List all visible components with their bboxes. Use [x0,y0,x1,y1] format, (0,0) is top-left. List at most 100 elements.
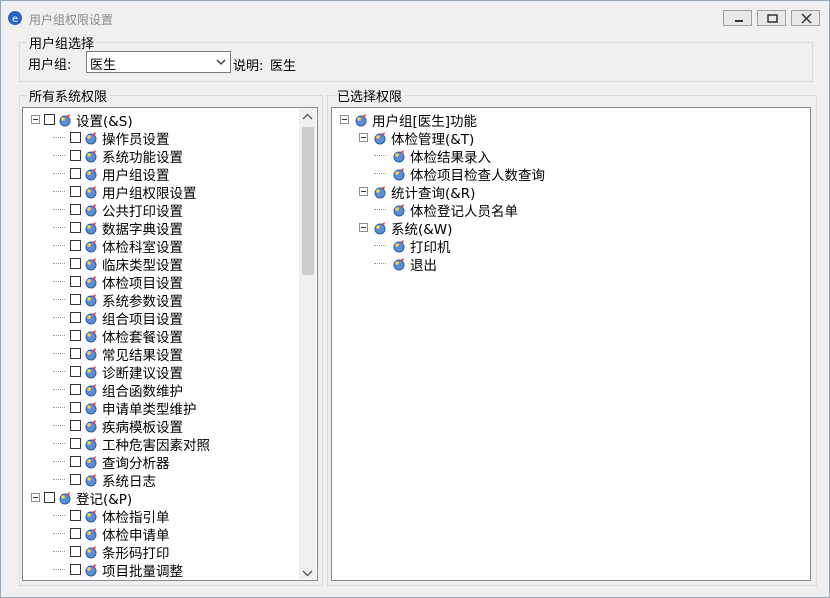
tree-item[interactable]: 体检申请单 [23,524,317,544]
permission-checkbox[interactable] [70,420,81,431]
tree-item[interactable]: 工种危害因素对照 [23,434,317,454]
tree-item[interactable]: 诊断建议设置 [23,362,317,382]
tree-item[interactable]: 申请单类型维护 [23,398,317,418]
tree-item[interactable]: 系统日志 [23,470,317,490]
tree-item[interactable]: 组合项目设置 [23,308,317,328]
module-icon [83,472,99,488]
minimize-button[interactable] [723,10,752,26]
tree-item-label: 用户组[医生]功能 [372,114,478,130]
tree-item[interactable]: 常见结果设置 [23,344,317,364]
permission-checkbox[interactable] [70,384,81,395]
collapse-toggle-icon[interactable] [359,187,368,196]
tree-item-label: 项目批量调整 [102,564,183,580]
permission-checkbox[interactable] [70,474,81,485]
tree-category[interactable]: 设置(&S) [23,110,317,130]
maximize-button[interactable] [757,10,786,26]
permission-checkbox[interactable] [70,348,81,359]
tree-item[interactable]: 打印机 [332,236,810,256]
tree-category[interactable]: 登记(&P) [23,488,317,508]
tree-item[interactable]: 条形码打印 [23,542,317,562]
tree-item[interactable]: 公共打印设置 [23,200,317,220]
permission-checkbox[interactable] [70,330,81,341]
close-button[interactable] [791,10,820,26]
tree-connector [53,515,65,516]
maximize-icon [767,14,778,23]
permission-checkbox[interactable] [70,258,81,269]
tree-item[interactable]: 用户组权限设置 [23,182,317,202]
permission-checkbox[interactable] [70,204,81,215]
permission-checkbox[interactable] [70,312,81,323]
collapse-toggle-icon[interactable] [31,115,40,124]
permission-checkbox[interactable] [70,168,81,179]
permission-checkbox[interactable] [70,438,81,449]
scroll-up-icon[interactable] [299,109,316,126]
tree-item[interactable]: 体检项目设置 [23,272,317,292]
tree-connector [53,371,65,372]
tree-item[interactable]: 体检科室设置 [23,236,317,256]
module-icon [372,130,388,146]
permission-checkbox[interactable] [70,240,81,251]
tree-item[interactable]: 退出 [332,254,810,274]
module-icon [83,562,99,578]
permission-checkbox[interactable] [70,276,81,287]
tree-item[interactable]: 查询分析器 [23,452,317,472]
tree-item[interactable]: 疾病模板设置 [23,416,317,436]
collapse-toggle-icon[interactable] [359,133,368,142]
minimize-icon [735,20,743,22]
selected-permissions-tree[interactable]: 用户组[医生]功能 体检管理(&T) 体检结果录入 体检项目检查人数查询 统计查询(&R… [331,107,811,581]
tree-item[interactable]: 体检管理(&T) [332,128,810,148]
left-tree-scroll-thumb[interactable] [302,127,314,275]
permission-checkbox[interactable] [70,564,81,575]
all-permissions-tree[interactable]: 设置(&S) 操作员设置 系统功能设置用户组设置 用户组权限设置 公共打印设置 数据字典设… [22,107,318,581]
tree-item[interactable]: 系统(&W) [332,218,810,238]
permission-checkbox[interactable] [70,222,81,233]
tree-item[interactable]: 系统参数设置 [23,290,317,310]
permission-checkbox[interactable] [70,402,81,413]
permission-checkbox[interactable] [70,150,81,161]
tree-item-label: 用户组设置 [102,168,170,184]
permission-checkbox[interactable] [70,456,81,467]
tree-item[interactable]: 项目批量调整 [23,560,317,580]
permission-checkbox[interactable] [70,510,81,521]
tree-item[interactable]: 临床类型设置 [23,254,317,274]
permission-checkbox[interactable] [70,546,81,557]
tree-item[interactable]: 统计查询(&R) [332,182,810,202]
tree-item[interactable]: 用户组设置 [23,164,317,184]
module-icon [83,364,99,380]
permission-checkbox[interactable] [44,492,55,503]
module-icon [83,256,99,272]
permission-checkbox[interactable] [70,366,81,377]
module-icon [83,526,99,542]
tree-item[interactable]: 体检登记人员名单 [332,200,810,220]
tree-item[interactable]: 体检套餐设置 [23,326,317,346]
tree-item-label: 体检科室设置 [102,240,183,256]
permission-checkbox[interactable] [70,294,81,305]
collapse-toggle-icon[interactable] [340,115,349,124]
tree-item-label: 系统参数设置 [102,294,183,310]
tree-item-label: 常见结果设置 [102,348,183,364]
tree-item[interactable]: 组合函数维护 [23,380,317,400]
scroll-down-icon[interactable] [299,565,316,582]
tree-item[interactable]: 操作员设置 [23,128,317,148]
module-icon [83,310,99,326]
collapse-toggle-icon[interactable] [31,493,40,502]
tree-item[interactable]: 数据字典设置 [23,218,317,238]
tree-item[interactable]: 体检指引单 [23,506,317,526]
module-icon [83,544,99,560]
tree-item[interactable]: 体检收费管理 [23,578,317,580]
permission-checkbox[interactable] [44,114,55,125]
permission-checkbox[interactable] [70,132,81,143]
description-label: 说明: [233,59,264,74]
tree-item[interactable]: 体检项目检查人数查询 [332,164,810,184]
user-group-select[interactable]: 医生 [86,51,231,73]
module-icon [391,238,407,254]
permission-checkbox[interactable] [70,528,81,539]
permission-checkbox[interactable] [70,186,81,197]
collapse-toggle-icon[interactable] [359,223,368,232]
tree-item-label: 诊断建议设置 [102,366,183,382]
module-icon [391,166,407,182]
tree-item[interactable]: 系统功能设置 [23,146,317,166]
module-icon [57,490,73,506]
tree-item[interactable]: 体检结果录入 [332,146,810,166]
tree-item[interactable]: 用户组[医生]功能 [332,110,810,130]
